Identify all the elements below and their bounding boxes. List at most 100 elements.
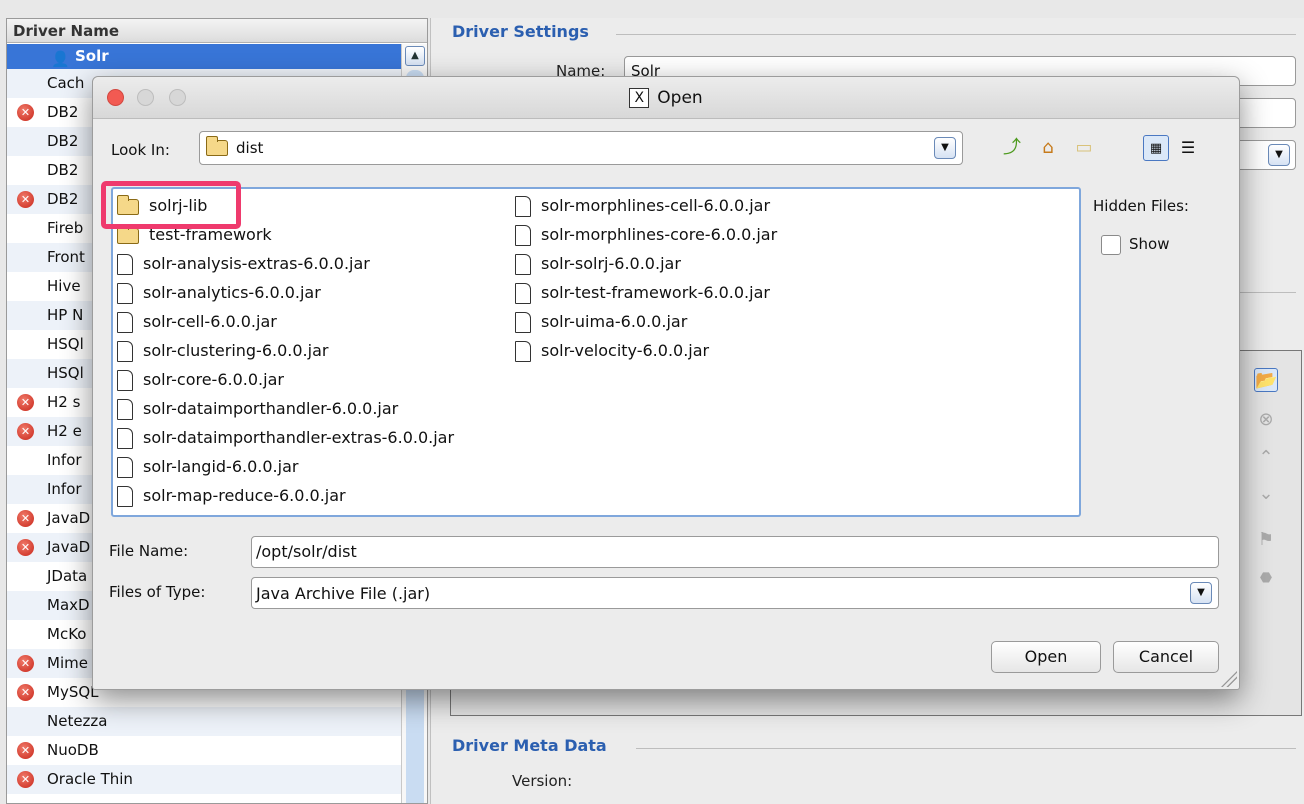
look-in-value: dist <box>236 139 264 157</box>
driver-row-label: MaxD <box>47 596 90 614</box>
driver-row-label: DB2 <box>47 190 79 208</box>
driver-row-label: Hive <box>47 277 81 295</box>
file-icon <box>117 486 133 507</box>
file-name: solr-cell-6.0.0.jar <box>143 312 277 331</box>
file-icon <box>515 196 531 217</box>
up-folder-icon[interactable]: ⤴ <box>999 135 1025 161</box>
file-name: solr-velocity-6.0.0.jar <box>541 341 710 360</box>
file-list-item[interactable]: solr-test-framework-6.0.0.jar <box>515 278 770 307</box>
driver-row[interactable]: Netezza <box>7 707 403 736</box>
driver-row-label: DB2 <box>47 132 79 150</box>
highlight-annotation <box>101 181 241 229</box>
show-label: Show <box>1129 235 1170 253</box>
error-icon: ✕ <box>17 510 34 527</box>
driver-row-label: Front <box>47 248 85 266</box>
hidden-files-label: Hidden Files: <box>1093 197 1189 215</box>
driver-row-label: H2 e <box>47 422 82 440</box>
file-name: solr-langid-6.0.0.jar <box>143 457 299 476</box>
file-list-item[interactable]: solr-analysis-extras-6.0.0.jar <box>117 249 370 278</box>
file-list-item[interactable]: solr-dataimporthandler-6.0.0.jar <box>117 394 398 423</box>
files-of-type-label: Files of Type: <box>109 583 206 601</box>
file-name: solr-morphlines-core-6.0.0.jar <box>541 225 778 244</box>
add-folder-icon[interactable]: 📂 <box>1254 368 1278 392</box>
home-icon[interactable]: ⌂ <box>1035 135 1061 161</box>
driver-row[interactable]: ✕ Oracle Thin <box>7 765 403 794</box>
move-up-icon[interactable]: ⌃ <box>1254 446 1278 470</box>
list-view-icon[interactable]: ▦ <box>1143 135 1169 161</box>
driver-row-label: HSQl <box>47 335 84 353</box>
chevron-down-icon[interactable]: ▼ <box>1190 582 1212 604</box>
dialog-titlebar[interactable]: X Open <box>93 77 1239 119</box>
driver-row-label: McKo <box>47 625 87 643</box>
error-icon: ✕ <box>17 394 34 411</box>
move-down-icon[interactable]: ⌄ <box>1254 482 1278 506</box>
file-name: solr-clustering-6.0.0.jar <box>143 341 329 360</box>
file-list-item[interactable]: solr-map-reduce-6.0.0.jar <box>117 481 346 510</box>
details-view-icon[interactable]: ☰ <box>1175 135 1201 161</box>
scroll-up-icon[interactable]: ▲ <box>405 46 425 66</box>
error-icon: ✕ <box>17 684 34 701</box>
driver-row-label: MySQL <box>47 683 99 701</box>
file-icon <box>117 428 133 449</box>
file-list-item[interactable]: solr-clustering-6.0.0.jar <box>117 336 328 365</box>
file-list-item[interactable]: solr-analytics-6.0.0.jar <box>117 278 321 307</box>
driver-row-label: DB2 <box>47 161 79 179</box>
file-icon <box>117 341 133 362</box>
file-list-item[interactable]: solr-langid-6.0.0.jar <box>117 452 298 481</box>
open-dialog: X Open Look In: dist ▼ ⤴ ⌂ ▭ ▦ ☰ solrj-li… <box>92 76 1240 690</box>
file-name: solr-dataimporthandler-extras-6.0.0.jar <box>143 428 455 447</box>
section-divider <box>616 34 1296 35</box>
driver-row-selected[interactable]: 👤 Solr <box>7 44 403 69</box>
file-list-item[interactable]: solr-velocity-6.0.0.jar <box>515 336 709 365</box>
file-list-item[interactable]: solr-morphlines-core-6.0.0.jar <box>515 220 777 249</box>
file-name: solr-test-framework-6.0.0.jar <box>541 283 770 302</box>
file-list-item[interactable]: solr-morphlines-cell-6.0.0.jar <box>515 191 770 220</box>
remove-icon[interactable]: ⊗ <box>1254 408 1278 432</box>
driver-row-label: H2 s <box>47 393 81 411</box>
file-list-item[interactable]: solr-solrj-6.0.0.jar <box>515 249 681 278</box>
file-name: solr-map-reduce-6.0.0.jar <box>143 486 346 505</box>
folder-icon <box>117 223 139 244</box>
driver-row-label: Netezza <box>47 712 108 730</box>
error-icon: ✕ <box>17 771 34 788</box>
dialog-title: X Open <box>93 77 1239 119</box>
error-icon: ✕ <box>17 655 34 672</box>
bookmark-icon[interactable]: ⚑ <box>1254 528 1278 552</box>
folder-icon <box>206 136 228 156</box>
files-of-type-combo[interactable]: Java Archive File (.jar) ▼ <box>251 577 1219 609</box>
file-icon <box>515 341 531 362</box>
error-icon: ✕ <box>17 742 34 759</box>
file-name: solr-core-6.0.0.jar <box>143 370 284 389</box>
cancel-button[interactable]: Cancel <box>1113 641 1219 673</box>
driver-row-label: NuoDB <box>47 741 99 759</box>
new-folder-icon[interactable]: ▭ <box>1071 135 1097 161</box>
show-hidden-checkbox[interactable] <box>1101 235 1121 255</box>
file-list[interactable]: solrj-lib test-framework solr-analysis-ext… <box>111 187 1081 517</box>
look-in-label: Look In: <box>111 141 170 159</box>
open-button[interactable]: Open <box>991 641 1101 673</box>
file-name: solr-dataimporthandler-6.0.0.jar <box>143 399 399 418</box>
file-name: solr-analytics-6.0.0.jar <box>143 283 321 302</box>
look-in-combo[interactable]: dist ▼ <box>199 131 963 165</box>
file-name: solr-solrj-6.0.0.jar <box>541 254 681 273</box>
driver-row-label: DB2 <box>47 103 79 121</box>
version-label: Version: <box>512 772 573 790</box>
file-list-item[interactable]: solr-cell-6.0.0.jar <box>117 307 277 336</box>
driver-row[interactable]: ✕ NuoDB <box>7 736 403 765</box>
driver-row-label: Fireb <box>47 219 84 237</box>
driver-row-label: Oracle Thin <box>47 770 133 788</box>
resize-grip[interactable] <box>1219 669 1237 687</box>
file-list-item[interactable]: solr-core-6.0.0.jar <box>117 365 284 394</box>
dialog-title-text: Open <box>657 88 703 108</box>
driver-row-label: HSQl <box>47 364 84 382</box>
file-list-item[interactable]: solr-dataimporthandler-extras-6.0.0.jar <box>117 423 454 452</box>
chevron-down-icon[interactable]: ▼ <box>934 137 956 159</box>
file-list-item[interactable]: solr-uima-6.0.0.jar <box>515 307 687 336</box>
file-icon <box>515 312 531 333</box>
file-name: solr-analysis-extras-6.0.0.jar <box>143 254 370 273</box>
stop-icon[interactable]: ⬣ <box>1254 566 1278 590</box>
file-icon <box>515 283 531 304</box>
file-name-input[interactable]: /opt/solr/dist <box>251 536 1219 568</box>
file-icon <box>515 254 531 275</box>
chevron-down-icon[interactable]: ▼ <box>1268 144 1290 166</box>
